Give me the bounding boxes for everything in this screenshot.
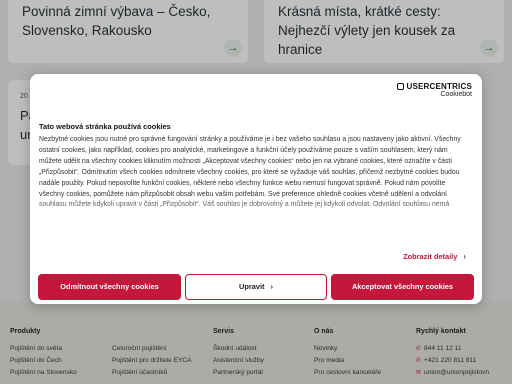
brand-top: USERCENTRICS	[406, 82, 472, 91]
chevron-right-icon: ›	[270, 282, 273, 291]
text-fade	[30, 196, 482, 234]
usercentrics-logo-icon	[397, 83, 405, 90]
accept-all-button[interactable]: Akceptovat všechny cookies	[331, 274, 474, 300]
show-details-link[interactable]: Zobrazit detaily ›	[403, 252, 466, 261]
deny-all-button[interactable]: Odmítnout všechny cookies	[38, 274, 181, 300]
dialog-title: Tato webová stránka používá cookies	[39, 122, 171, 131]
customize-button[interactable]: Upravit ›	[185, 274, 327, 300]
cookie-consent-dialog: USERCENTRICS Cookiebot Tato webová strán…	[30, 74, 482, 304]
chevron-right-icon: ›	[463, 252, 466, 261]
brand-bottom: Cookiebot	[440, 91, 472, 98]
cookiebot-logo: USERCENTRICS Cookiebot	[397, 82, 472, 98]
